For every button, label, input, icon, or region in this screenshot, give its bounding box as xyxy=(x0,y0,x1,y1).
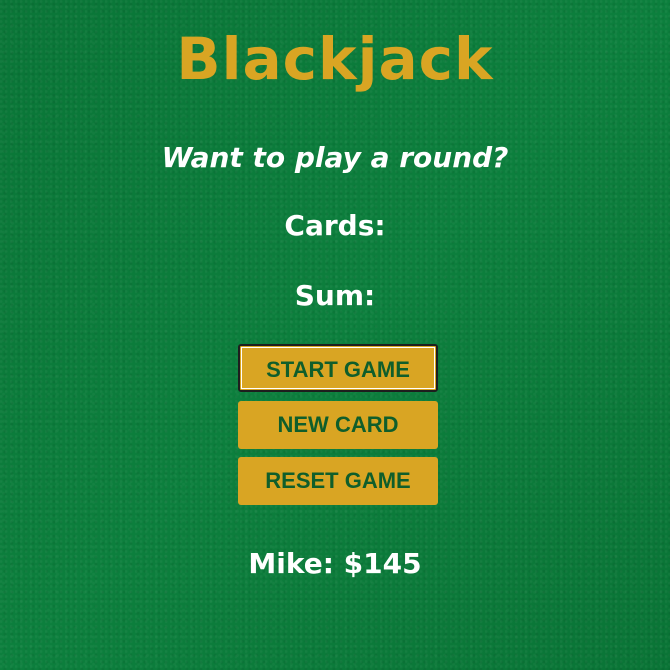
reset-game-button[interactable]: RESET GAME xyxy=(238,457,438,505)
cards-label: Cards: xyxy=(284,209,386,242)
game-table: Blackjack Want to play a round? Cards: S… xyxy=(0,0,670,670)
message-text: Want to play a round? xyxy=(161,141,509,174)
start-game-button[interactable]: START GAME xyxy=(238,344,438,392)
player-info: Mike: $145 xyxy=(248,547,422,580)
game-title: Blackjack xyxy=(176,25,494,93)
new-card-button[interactable]: NEW CARD xyxy=(238,401,438,449)
sum-label: Sum: xyxy=(294,279,376,312)
